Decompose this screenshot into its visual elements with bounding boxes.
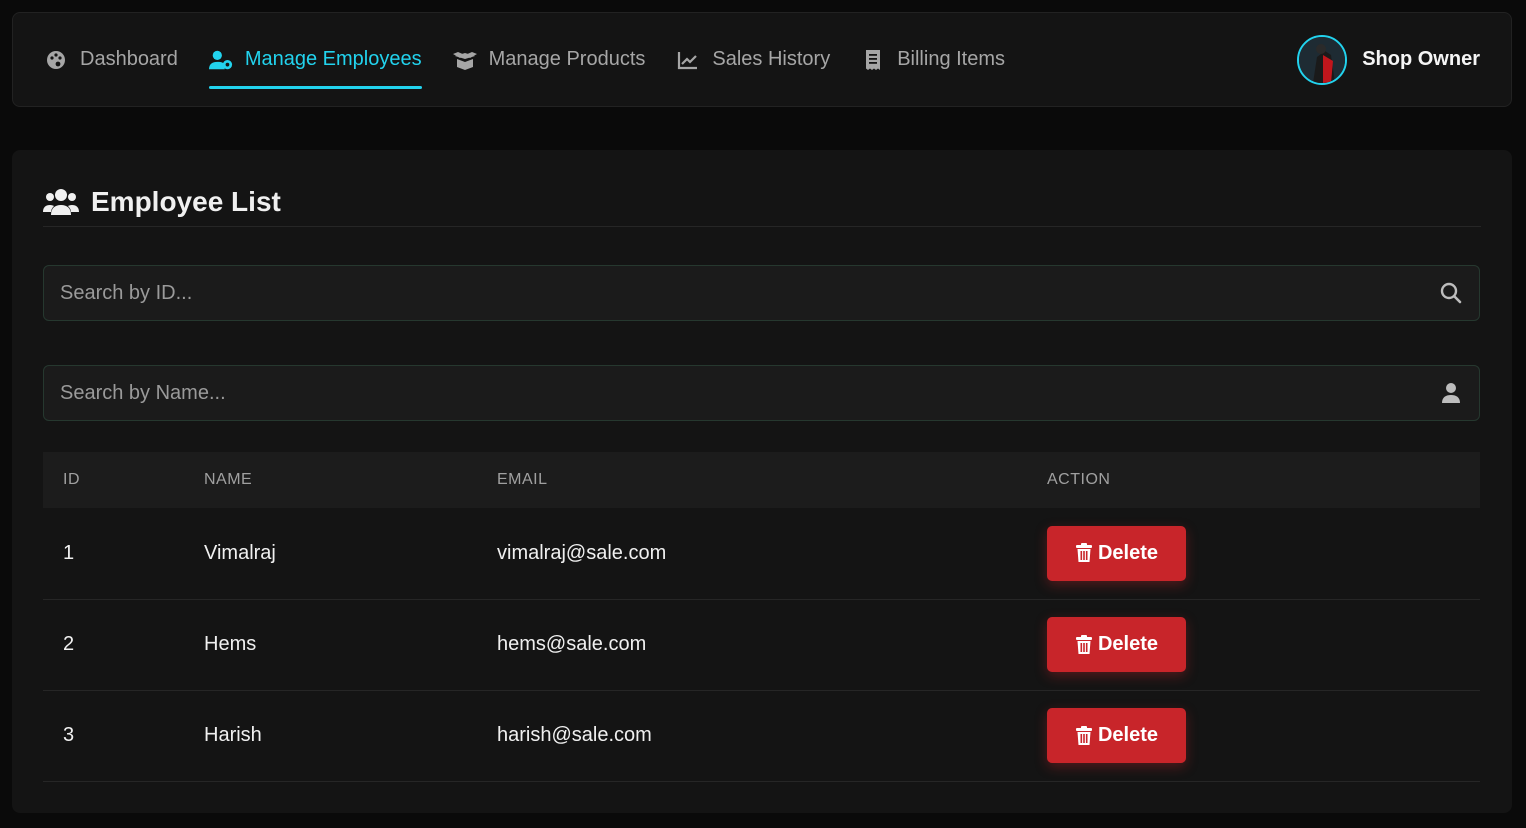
- nav-items: Dashboard Manage Employees Manage Produc…: [44, 13, 1036, 106]
- delete-button[interactable]: Delete: [1047, 617, 1186, 672]
- top-navbar: Dashboard Manage Employees Manage Produc…: [12, 12, 1512, 107]
- search-id-box: [43, 265, 1480, 321]
- users-icon: [43, 187, 79, 217]
- nav-label-dashboard: Dashboard: [80, 48, 178, 70]
- cell-email: vimalraj@sale.com: [497, 541, 667, 564]
- nav-label-sales-history: Sales History: [712, 48, 831, 70]
- profile-menu[interactable]: Shop Owner: [1297, 34, 1480, 85]
- header-action: ACTION: [1047, 471, 1111, 488]
- nav-item-billing-items[interactable]: Billing Items: [861, 13, 1005, 106]
- cell-name: Vimalraj: [204, 541, 276, 564]
- cell-action: Delete: [1047, 690, 1480, 781]
- nav-label-manage-employees: Manage Employees: [244, 48, 422, 70]
- cell-email: harish@sale.com: [497, 724, 652, 746]
- cell-email: hems@sale.com: [497, 633, 647, 655]
- nav-item-sales-history[interactable]: Sales History: [676, 13, 830, 106]
- employee-table: ID NAME EMAIL ACTION 1 Vimalraj vimalraj…: [43, 452, 1480, 782]
- cell-id: 3: [63, 724, 75, 746]
- search-id-input[interactable]: [60, 281, 1439, 305]
- nav-label-manage-products: Manage Products: [488, 48, 646, 70]
- nav-item-manage-employees[interactable]: Manage Employees: [208, 13, 422, 106]
- trash-icon: [1075, 543, 1093, 563]
- trash-icon: [1075, 725, 1093, 746]
- cell-action: Delete: [1047, 599, 1480, 690]
- employee-list-panel: Employee List ID NAME EMAIL ACTION 1 Vim…: [12, 150, 1512, 813]
- panel-header: Employee List: [43, 180, 1481, 227]
- nav-label-billing-items: Billing Items: [897, 48, 1006, 70]
- table-header-row: ID NAME EMAIL ACTION: [43, 452, 1480, 508]
- delete-button-label: Delete: [1097, 541, 1159, 564]
- user-icon: [1439, 381, 1463, 405]
- search-icon[interactable]: [1439, 281, 1463, 305]
- cell-name: Hems: [204, 633, 257, 655]
- receipt-icon: [861, 48, 885, 72]
- cell-id: 2: [63, 633, 75, 655]
- delete-button[interactable]: Delete: [1047, 525, 1186, 581]
- nav-item-dashboard[interactable]: Dashboard: [44, 13, 178, 106]
- search-name-input[interactable]: [60, 381, 1439, 405]
- avatar[interactable]: [1297, 34, 1348, 85]
- profile-name: Shop Owner: [1362, 48, 1480, 70]
- cell-name: Harish: [204, 724, 262, 746]
- delete-button[interactable]: Delete: [1047, 708, 1186, 763]
- nav-item-manage-products[interactable]: Manage Products: [452, 13, 646, 106]
- cell-id: 1: [63, 541, 75, 564]
- delete-button-label: Delete: [1097, 633, 1159, 655]
- header-id[interactable]: ID: [43, 452, 204, 508]
- delete-button-label: Delete: [1097, 724, 1159, 746]
- header-email[interactable]: EMAIL: [497, 452, 1047, 508]
- header-name[interactable]: NAME: [204, 452, 497, 508]
- user-gear-icon: [208, 48, 233, 72]
- page-title: Employee List: [91, 186, 281, 217]
- palette-icon: [44, 48, 68, 72]
- cell-action: Delete: [1047, 508, 1480, 599]
- search-name-box: [43, 365, 1480, 421]
- table-row: 3 Harish harish@sale.com Delete: [43, 690, 1480, 781]
- table-row: 1 Vimalraj vimalraj@sale.com Delete: [43, 508, 1480, 599]
- chart-line-icon: [676, 48, 700, 72]
- box-open-icon: [452, 48, 477, 72]
- trash-icon: [1075, 634, 1093, 655]
- table-row: 2 Hems hems@sale.com Delete: [43, 599, 1480, 690]
